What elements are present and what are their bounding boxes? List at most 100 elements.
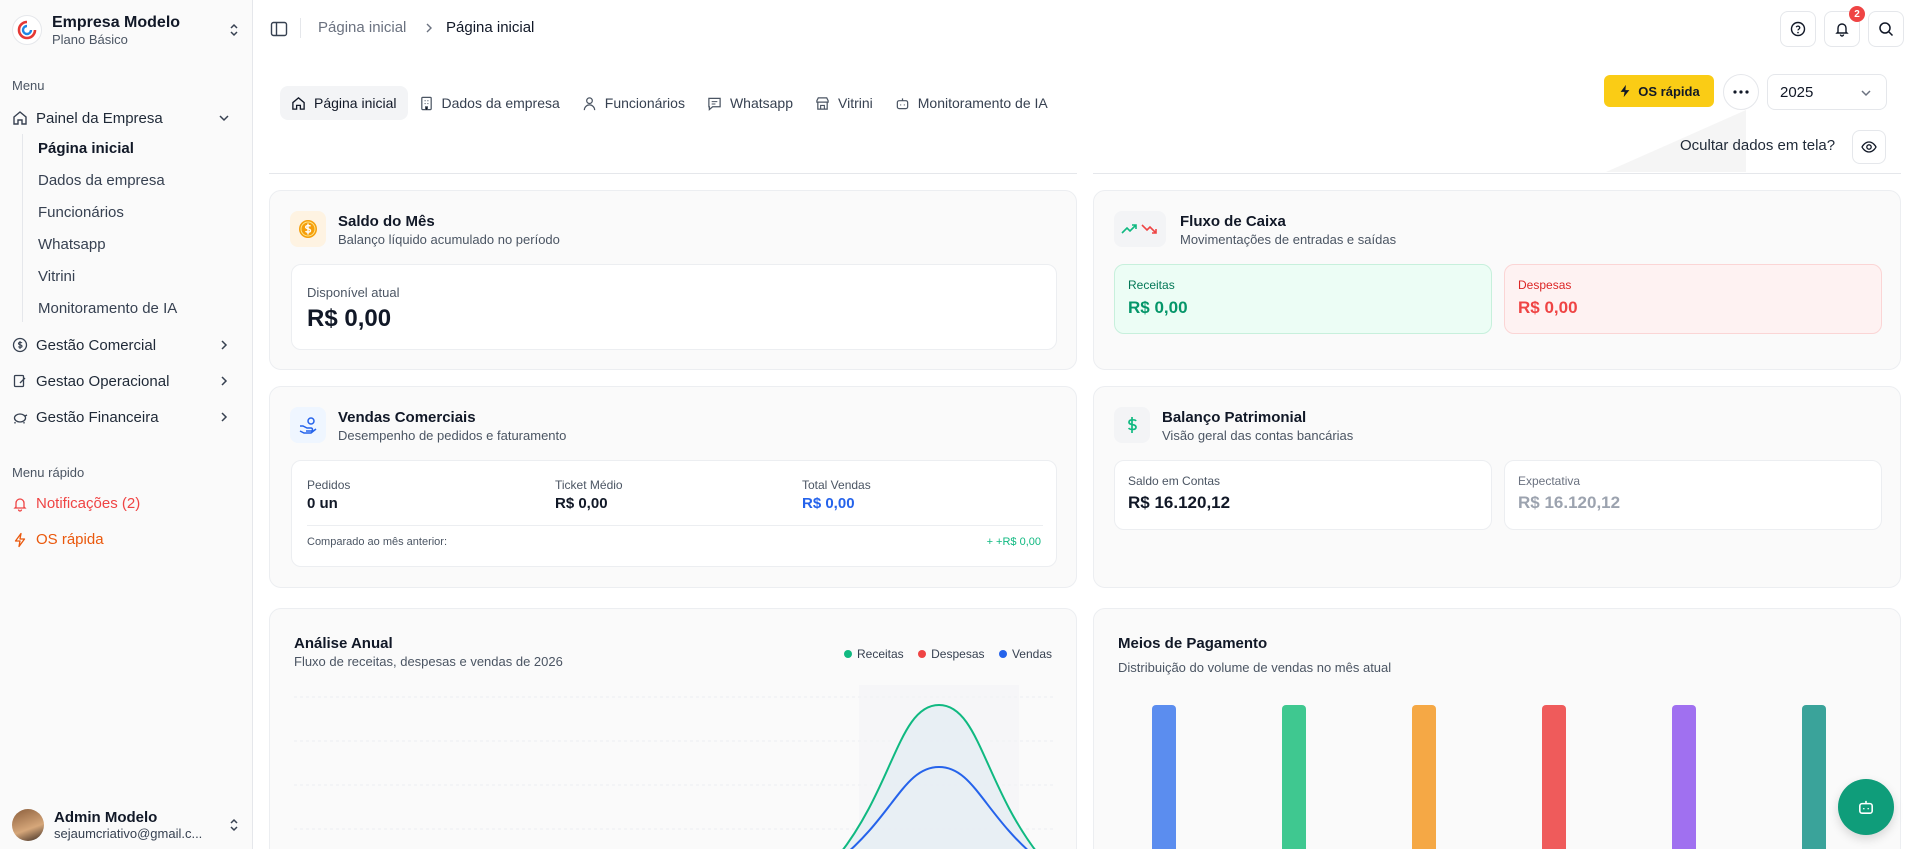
legend-receitas: Receitas (843, 647, 904, 661)
topbar: Página inicial Página inicial 2 (254, 0, 1912, 56)
quick-os-rapida[interactable]: OS rápida (12, 531, 104, 548)
despesas-value: R$ 0,00 (1518, 298, 1578, 317)
card-fluxo-caixa: Fluxo de Caixa Movimentações de entradas… (1093, 190, 1901, 370)
notification-badge: 2 (1849, 6, 1865, 22)
card-title: Saldo do Mês (338, 213, 435, 230)
card-meios-pagamento: Meios de Pagamento Distribuição do volum… (1093, 608, 1901, 849)
card-subtitle: Balanço líquido acumulado no período (338, 232, 560, 247)
search-button[interactable] (1868, 11, 1904, 47)
sidebar-subitem-pagina-inicial[interactable]: Página inicial (38, 139, 134, 159)
legend-despesas: Despesas (918, 647, 985, 661)
company-plan: Plano Básico (52, 31, 128, 47)
toggle-visibility-button[interactable] (1852, 130, 1886, 164)
sidebar-subitem-funcionarios[interactable]: Funcionários (38, 203, 124, 223)
total-vendas-label: Total Vendas (802, 478, 871, 492)
tab-dados-empresa[interactable]: Dados da empresa (408, 86, 571, 120)
sidebar-subitem-whatsapp[interactable]: Whatsapp (38, 235, 106, 255)
sidebar-item-gestao-operacional[interactable]: Gestao Operacional (12, 366, 240, 396)
search-icon (1879, 22, 1894, 37)
tab-whatsapp[interactable]: Whatsapp (696, 86, 804, 120)
home-icon (292, 96, 305, 110)
vendas-panel: Pedidos 0 un Ticket Médio R$ 0,00 Total … (291, 460, 1057, 567)
sidebar-toggle-icon[interactable] (270, 20, 288, 38)
notifications-button[interactable]: 2 (1824, 6, 1865, 47)
submenu-line (22, 134, 23, 322)
year-select[interactable]: 2025 (1767, 74, 1887, 110)
eye-icon (1861, 141, 1877, 153)
card-title: Meios de Pagamento (1118, 635, 1268, 652)
pedidos-value: 0 un (307, 495, 338, 512)
expectativa-panel: Expectativa R$ 16.120,12 (1504, 460, 1882, 530)
os-rapida-button[interactable]: OS rápida (1604, 75, 1714, 107)
tab-label: Dados da empresa (441, 95, 560, 111)
card-title: Balanço Patrimonial (1162, 409, 1307, 426)
saldo-contas-value: R$ 16.120,12 (1128, 493, 1231, 512)
tabs-divider (269, 173, 1077, 174)
toolbar-divider (300, 18, 301, 38)
help-button[interactable] (1780, 11, 1816, 47)
tab-vitrini[interactable]: Vitrini (804, 86, 884, 120)
tab-label: Vitrini (838, 95, 873, 111)
home-icon (12, 110, 28, 126)
card-title: Vendas Comerciais (338, 409, 476, 426)
receitas-panel: Receitas R$ 0,00 (1114, 264, 1492, 334)
legend-vendas: Vendas (998, 647, 1052, 661)
ticket-value: R$ 0,00 (555, 495, 608, 512)
quick-notifications[interactable]: Notificações (2) (12, 495, 140, 512)
tab-label: Funcionários (604, 95, 685, 111)
tabs-divider-right (1093, 173, 1901, 174)
message-square-icon (708, 97, 721, 111)
sidebar-subitem-vitrini[interactable]: Vitrini (38, 267, 75, 287)
bell-icon (13, 497, 27, 512)
menu-section-label: Menu (12, 78, 45, 93)
total-vendas-value: R$ 0,00 (802, 495, 855, 512)
store-icon (816, 96, 829, 110)
card-analise-anual: Análise Anual Fluxo de receitas, despesa… (269, 608, 1077, 849)
breadcrumb-home[interactable]: Página inicial (318, 19, 406, 36)
year-select-value: 2025 (1780, 83, 1814, 101)
company-switcher[interactable]: Empresa Modelo Plano Básico (12, 10, 242, 50)
hand-coins-icon (290, 407, 326, 443)
tab-label: Whatsapp (729, 95, 793, 111)
assistant-fab-button[interactable] (1838, 779, 1894, 835)
payment-bar-1 (1152, 705, 1176, 849)
sidebar-subitem-dados-empresa[interactable]: Dados da empresa (38, 171, 165, 191)
tab-label: Monitoramento de IA (917, 95, 1048, 111)
tab-label: Página inicial (314, 95, 397, 111)
sidebar-item-painel[interactable]: Painel da Empresa (12, 103, 240, 133)
card-subtitle: Fluxo de receitas, despesas e vendas de … (294, 654, 563, 669)
sidebar-subitem-monitoramento[interactable]: Monitoramento de IA (38, 299, 177, 319)
saldo-label: Disponível atual (307, 285, 400, 300)
despesas-label: Despesas (1518, 278, 1572, 292)
chevrons-updown-icon (230, 818, 238, 832)
quick-os-label: OS rápida (36, 531, 104, 548)
sidebar-item-gestao-financeira[interactable]: Gestão Financeira (12, 402, 240, 432)
sidebar-item-label: Gestao Operacional (36, 372, 170, 390)
expectativa-label: Expectativa (1518, 474, 1581, 488)
card-subtitle: Visão geral das contas bancárias (1162, 428, 1354, 443)
help-circle-icon (1790, 21, 1806, 37)
payment-bar-5 (1672, 705, 1696, 849)
chevron-right-icon (221, 376, 228, 386)
receitas-value: R$ 0,00 (1128, 298, 1188, 317)
card-title: Fluxo de Caixa (1180, 213, 1286, 230)
sidebar-item-label: Gestão Comercial (36, 336, 157, 354)
more-options-button[interactable] (1723, 74, 1759, 110)
saldo-panel: Disponível atual R$ 0,00 (291, 264, 1057, 350)
payment-bar-4 (1542, 705, 1566, 849)
user-email: sejaumcriativo@gmail.c... (54, 826, 203, 841)
user-menu[interactable]: Admin Modelo sejaumcriativo@gmail.c... (12, 806, 242, 844)
payment-bar-chart (1152, 705, 1826, 849)
tab-bar: Página inicial Dados da empresa Funcioná… (280, 86, 1080, 120)
more-horizontal-icon (1733, 90, 1749, 94)
chevron-down-icon (219, 115, 229, 122)
payment-bar-3 (1412, 705, 1436, 849)
sidebar-item-gestao-comercial[interactable]: Gestão Comercial (12, 330, 240, 360)
chevron-right-icon (221, 340, 228, 350)
card-title: Análise Anual (294, 635, 393, 652)
hide-data-label: Ocultar dados em tela? (1680, 137, 1836, 154)
tab-pagina-inicial[interactable]: Página inicial (280, 86, 408, 120)
dollar-circle-icon (290, 211, 326, 247)
tab-monitoramento[interactable]: Monitoramento de IA (884, 86, 1059, 120)
tab-funcionarios[interactable]: Funcionários (571, 86, 696, 120)
